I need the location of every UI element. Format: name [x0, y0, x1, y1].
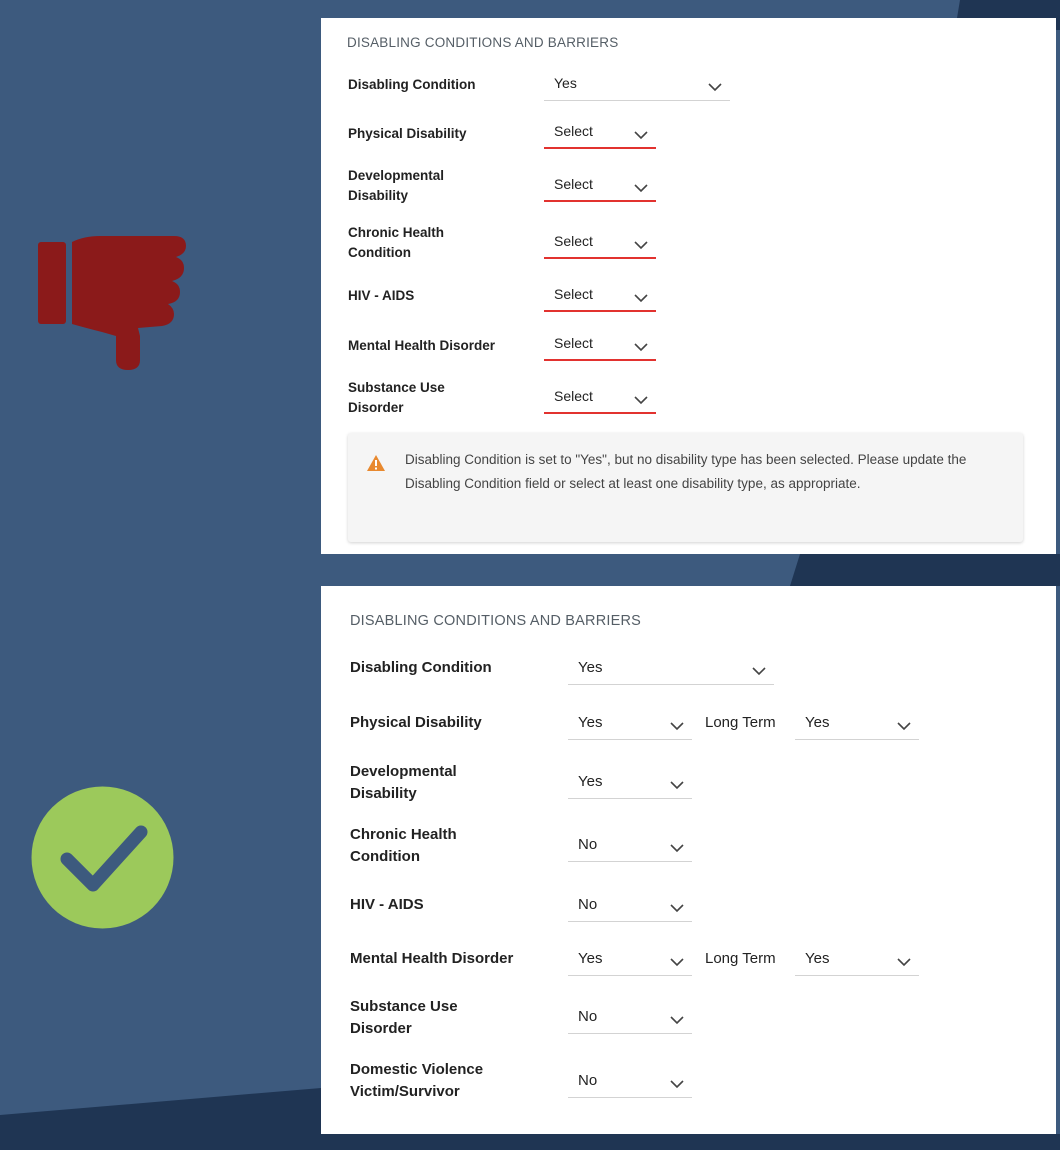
select-substance-use-disorder[interactable]: No: [568, 1000, 692, 1034]
alert-message: Disabling Condition is set to "Yes", but…: [405, 452, 967, 491]
select-value: Yes: [578, 950, 603, 967]
warning-icon: [367, 455, 385, 476]
label-hiv-aids: HIV - AIDS: [350, 896, 424, 913]
select-value: No: [578, 1008, 598, 1025]
select-value: Yes: [578, 773, 603, 790]
select-mental-health-long-term[interactable]: Yes: [795, 942, 919, 976]
chevron-down-icon: [634, 290, 648, 308]
select-chronic-health-condition[interactable]: No: [568, 828, 692, 862]
chevron-down-icon: [670, 718, 684, 736]
chevron-down-icon: [634, 127, 648, 145]
label-chronic-health-condition: Chronic Health Condition: [350, 826, 457, 865]
long-term-label: Long Term: [705, 714, 776, 731]
select-developmental-disability[interactable]: Yes: [568, 765, 692, 799]
select-value: No: [578, 1072, 598, 1089]
good-example-panel: DISABLING CONDITIONS AND BARRIERS Disabl…: [321, 586, 1056, 1134]
check-circle-icon: [31, 786, 174, 929]
chevron-down-icon: [897, 718, 911, 736]
chevron-down-icon: [634, 180, 648, 198]
label-physical-disability: Physical Disability: [350, 714, 482, 731]
select-value: Select: [554, 176, 593, 192]
long-term-label: Long Term: [705, 950, 776, 967]
section-title: DISABLING CONDITIONS AND BARRIERS: [350, 613, 642, 629]
chevron-down-icon: [670, 1076, 684, 1094]
select-value: Yes: [805, 714, 830, 731]
chevron-down-icon: [897, 954, 911, 972]
select-value: Select: [554, 286, 593, 302]
chevron-down-icon: [634, 237, 648, 255]
select-physical-disability-long-term[interactable]: Yes: [795, 706, 919, 740]
chevron-down-icon: [670, 777, 684, 795]
label-mental-health-disorder: Mental Health Disorder: [350, 950, 514, 967]
select-value: Select: [554, 233, 593, 249]
select-disabling-condition[interactable]: Yes: [568, 651, 774, 685]
select-value: No: [578, 896, 598, 913]
select-disabling-condition[interactable]: Yes: [544, 67, 730, 101]
select-physical-disability[interactable]: Select: [544, 115, 656, 149]
chevron-down-icon: [670, 840, 684, 858]
label-chronic-health-condition: Chronic Health Condition: [348, 225, 445, 260]
select-value: Yes: [578, 714, 603, 731]
chevron-down-icon: [752, 663, 766, 681]
label-developmental-disability: Developmental Disability: [350, 763, 457, 802]
bad-example-panel: DISABLING CONDITIONS AND BARRIERS Disabl…: [321, 18, 1056, 554]
chevron-down-icon: [670, 954, 684, 972]
select-chronic-health-condition[interactable]: Select: [544, 225, 656, 259]
select-developmental-disability[interactable]: Select: [544, 168, 656, 202]
label-domestic-violence: Domestic Violence Victim/Survivor: [350, 1061, 484, 1100]
chevron-down-icon: [670, 900, 684, 918]
select-value: Select: [554, 123, 593, 139]
select-hiv-aids[interactable]: Select: [544, 278, 656, 312]
select-value: Yes: [578, 659, 603, 676]
select-value: Select: [554, 335, 593, 351]
label-physical-disability: Physical Disability: [348, 126, 467, 141]
select-substance-use-disorder[interactable]: Select: [544, 380, 656, 414]
select-domestic-violence[interactable]: No: [568, 1064, 692, 1098]
thumbs-down-icon: [38, 236, 190, 372]
select-value: Yes: [805, 950, 830, 967]
label-disabling-condition: Disabling Condition: [348, 77, 476, 92]
label-developmental-disability: Developmental Disability: [348, 168, 445, 203]
label-substance-use-disorder: Substance Use Disorder: [350, 998, 458, 1037]
select-hiv-aids[interactable]: No: [568, 888, 692, 922]
select-mental-health-disorder[interactable]: Yes: [568, 942, 692, 976]
section-title: DISABLING CONDITIONS AND BARRIERS: [347, 35, 619, 50]
validation-alert: Disabling Condition is set to "Yes", but…: [348, 433, 1023, 542]
label-substance-use-disorder: Substance Use Disorder: [348, 380, 445, 415]
select-value: No: [578, 836, 598, 853]
chevron-down-icon: [634, 339, 648, 357]
label-mental-health-disorder: Mental Health Disorder: [348, 338, 496, 353]
label-disabling-condition: Disabling Condition: [350, 659, 492, 676]
select-mental-health-disorder[interactable]: Select: [544, 327, 656, 361]
chevron-down-icon: [708, 79, 722, 97]
select-physical-disability[interactable]: Yes: [568, 706, 692, 740]
chevron-down-icon: [670, 1012, 684, 1030]
chevron-down-icon: [634, 392, 648, 410]
select-value: Select: [554, 388, 593, 404]
label-hiv-aids: HIV - AIDS: [348, 288, 415, 303]
select-value: Yes: [554, 75, 577, 91]
